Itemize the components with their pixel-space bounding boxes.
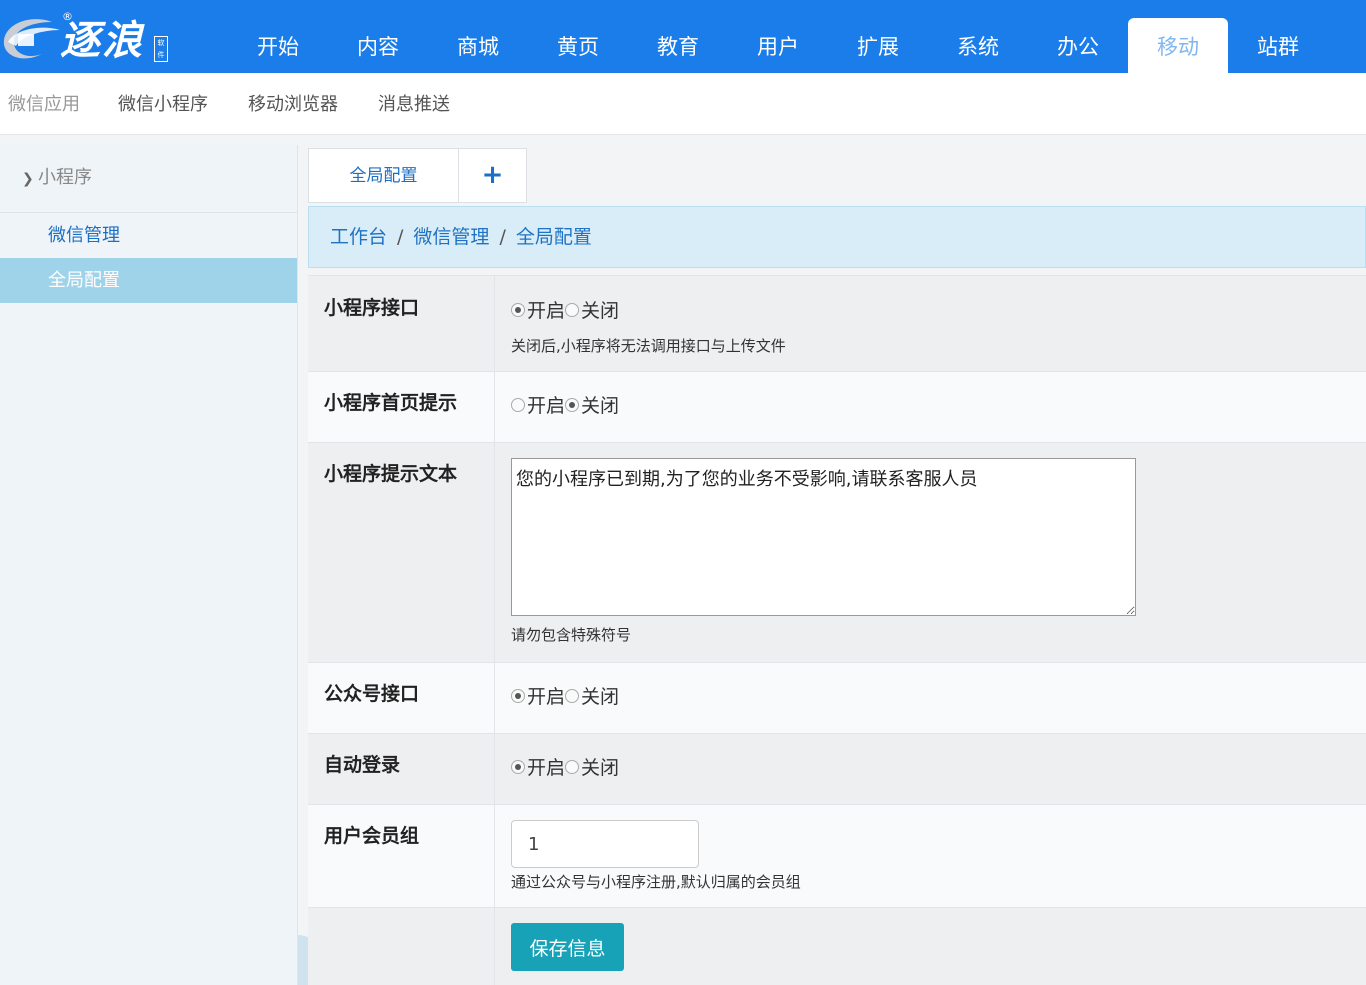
form-row-miniapp-tip-text: 小程序提示文本 您的小程序已到期,为了您的业务不受影响,请联系客服人员 请勿包含… [308,442,1366,662]
save-button[interactable]: 保存信息 [511,923,624,971]
breadcrumb-separator: / [499,226,506,248]
plus-icon[interactable]: + [459,149,526,202]
radio-on[interactable] [511,302,525,317]
logo-text: 逐浪 [60,17,144,64]
radio-group-mp-api: 开启 关闭 [511,682,619,709]
main-nav: 开始 内容 商城 黄页 教育 用户 扩展 系统 办公 移动 站群 [228,18,1328,73]
field-hint: 关闭后,小程序将无法调用接口与上传文件 [511,337,786,355]
radio-group-miniapp-api: 开启 关闭 [511,296,619,323]
subnav-item-mobile-browser[interactable]: 移动浏览器 [248,73,338,135]
member-group-input[interactable] [511,820,699,868]
sidebar-item-wechat-manage[interactable]: 微信管理 [0,213,297,258]
field-label: 小程序接口 [308,276,495,371]
tab-bar: 全局配置 + [308,148,527,203]
radio-label-off: 关闭 [581,686,620,708]
nav-item-education[interactable]: 教育 [628,18,728,73]
nav-item-content[interactable]: 内容 [328,18,428,73]
radio-label-off: 关闭 [581,757,620,779]
form-row-miniapp-home-tip: 小程序首页提示 开启 关闭 [308,371,1366,442]
nav-item-extend[interactable]: 扩展 [828,18,928,73]
subnav-item-miniprogram[interactable]: 微信小程序 [118,73,208,135]
form-row-actions: 保存信息 [308,907,1366,985]
form-row-auto-login: 自动登录 开启 关闭 [308,733,1366,804]
radio-group-miniapp-home-tip: 开启 关闭 [511,391,619,418]
radio-on[interactable] [511,397,525,412]
field-label: 用户会员组 [308,805,495,907]
nav-item-start[interactable]: 开始 [228,18,328,73]
field-label: 自动登录 [308,734,495,804]
subnav-item-push[interactable]: 消息推送 [378,73,450,135]
breadcrumb: 工作台 / 微信管理 / 全局配置 [308,206,1366,268]
config-form: 小程序接口 开启 关闭 关闭后,小程序将无法调用接口与上传文件 小程序首页提示 … [308,275,1366,985]
radio-off[interactable] [565,688,580,703]
radio-on[interactable] [511,688,525,703]
logo-seal: 软件 [154,36,168,62]
field-label-empty [308,908,495,985]
field-label: 小程序首页提示 [308,372,495,442]
sidebar-group-label: 小程序 [38,167,92,188]
breadcrumb-separator: / [397,226,404,248]
field-label: 小程序提示文本 [308,443,495,662]
radio-label-on: 开启 [527,395,566,417]
radio-label-on: 开启 [527,757,566,779]
field-label: 公众号接口 [308,663,495,733]
tab-global-config[interactable]: 全局配置 [309,149,459,202]
radio-off[interactable] [565,397,580,412]
nav-item-system[interactable]: 系统 [928,18,1028,73]
subnav-item-wechat-app[interactable]: 微信应用 [8,73,80,135]
field-hint: 通过公众号与小程序注册,默认归属的会员组 [511,873,801,891]
radio-label-on: 开启 [527,686,566,708]
radio-on[interactable] [511,759,525,774]
radio-label-off: 关闭 [581,300,620,322]
nav-item-mobile[interactable]: 移动 [1128,18,1228,73]
tip-text-textarea[interactable]: 您的小程序已到期,为了您的业务不受影响,请联系客服人员 [511,458,1136,616]
nav-item-shop[interactable]: 商城 [428,18,528,73]
sidebar: ❯ 小程序 微信管理 全局配置 [0,145,298,985]
top-bar: ® 逐浪 软件 开始 内容 商城 黄页 教育 用户 扩展 系统 办公 移动 站群 [0,0,1366,73]
logo[interactable]: ® 逐浪 软件 [0,0,180,73]
nav-item-sitegroup[interactable]: 站群 [1228,18,1328,73]
chevron-down-icon: ❯ [22,171,34,187]
nav-item-office[interactable]: 办公 [1028,18,1128,73]
radio-label-off: 关闭 [581,395,620,417]
field-hint: 请勿包含特殊符号 [511,626,632,644]
radio-label-on: 开启 [527,300,566,322]
nav-item-yellowpages[interactable]: 黄页 [528,18,628,73]
breadcrumb-global-config[interactable]: 全局配置 [516,226,592,248]
form-row-miniapp-api: 小程序接口 开启 关闭 关闭后,小程序将无法调用接口与上传文件 [308,275,1366,371]
sidebar-group-miniprogram[interactable]: ❯ 小程序 [0,145,297,213]
sub-nav: 微信应用 微信小程序 移动浏览器 消息推送 [0,73,1366,135]
radio-off[interactable] [565,302,580,317]
radio-off[interactable] [565,759,580,774]
breadcrumb-wechat-manage[interactable]: 微信管理 [413,226,489,248]
form-row-member-group: 用户会员组 通过公众号与小程序注册,默认归属的会员组 [308,804,1366,907]
breadcrumb-workbench[interactable]: 工作台 [330,226,387,248]
nav-item-user[interactable]: 用户 [728,18,828,73]
radio-group-auto-login: 开启 关闭 [511,753,619,780]
form-row-mp-api: 公众号接口 开启 关闭 [308,662,1366,733]
sidebar-item-global-config[interactable]: 全局配置 [0,258,297,303]
